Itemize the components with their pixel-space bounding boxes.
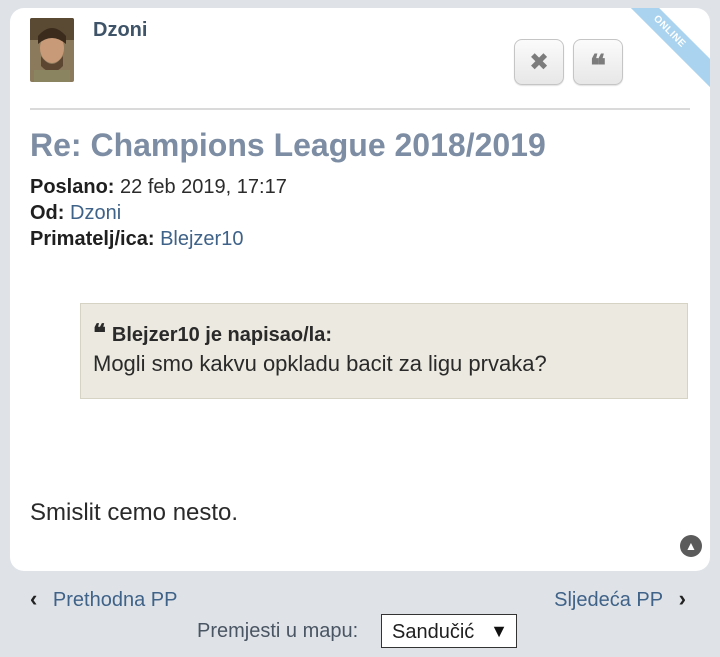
chevron-up-icon: ▲ — [685, 539, 697, 553]
from-link[interactable]: Dzoni — [70, 202, 121, 224]
folder-selected-value: Sandučić — [392, 621, 475, 643]
quote-block: ❝ Blejzer10 je napisao/la: Mogli smo kakv… — [80, 303, 688, 399]
move-to-folder-label: Premjesti u mapu: — [197, 620, 359, 642]
next-label: Sljedeća PP — [554, 589, 664, 611]
recipient-line: Primatelj/ica: Blejzer10 — [30, 228, 243, 251]
delete-button[interactable]: ✖ — [514, 39, 564, 85]
author-name[interactable]: Dzoni — [93, 19, 147, 42]
quote-header: ❝ Blejzer10 je napisao/la: — [93, 318, 332, 347]
close-icon: ✖ — [528, 48, 550, 76]
chevron-right-icon: › — [678, 586, 686, 611]
quote-mark-icon: ❝ — [93, 318, 106, 347]
previous-message-link[interactable]: ‹ Prethodna PP — [30, 586, 177, 612]
folder-select[interactable]: Sandučić ▼ — [381, 614, 517, 648]
quote-text: Mogli smo kakvu opkladu bacit za ligu pr… — [93, 351, 547, 376]
message-title: Re: Champions League 2018/2019 — [30, 127, 546, 163]
recipient-label: Primatelj/ica: — [30, 228, 155, 250]
quote-icon: ❝ — [589, 48, 607, 84]
chevron-left-icon: ‹ — [30, 586, 38, 611]
previous-label: Prethodna PP — [52, 589, 178, 611]
next-message-link[interactable]: Sljedeća PP › — [554, 586, 686, 612]
quote-button[interactable]: ❝ — [573, 39, 623, 85]
from-line: Od: Dzoni — [30, 202, 121, 225]
sent-date: Poslano: 22 feb 2019, 17:17 — [30, 176, 287, 199]
sent-label: Poslano: — [30, 176, 115, 198]
scroll-top-button[interactable]: ▲ — [680, 535, 702, 557]
message-body: Smislit cemo nesto. — [30, 499, 239, 526]
dropdown-arrow-icon: ▼ — [490, 621, 508, 641]
from-label: Od: — [30, 202, 65, 224]
message-card: ONLINE Dzoni ✖ ❝ Re: Champions League 20… — [10, 8, 710, 571]
quote-author: Blejzer10 je napisao/la: — [111, 324, 333, 346]
avatar[interactable] — [30, 18, 74, 82]
online-badge: ONLINE — [608, 8, 710, 93]
divider — [30, 108, 690, 110]
recipient-link[interactable]: Blejzer10 — [160, 228, 243, 250]
sent-value: 22 feb 2019, 17:17 — [120, 176, 287, 198]
